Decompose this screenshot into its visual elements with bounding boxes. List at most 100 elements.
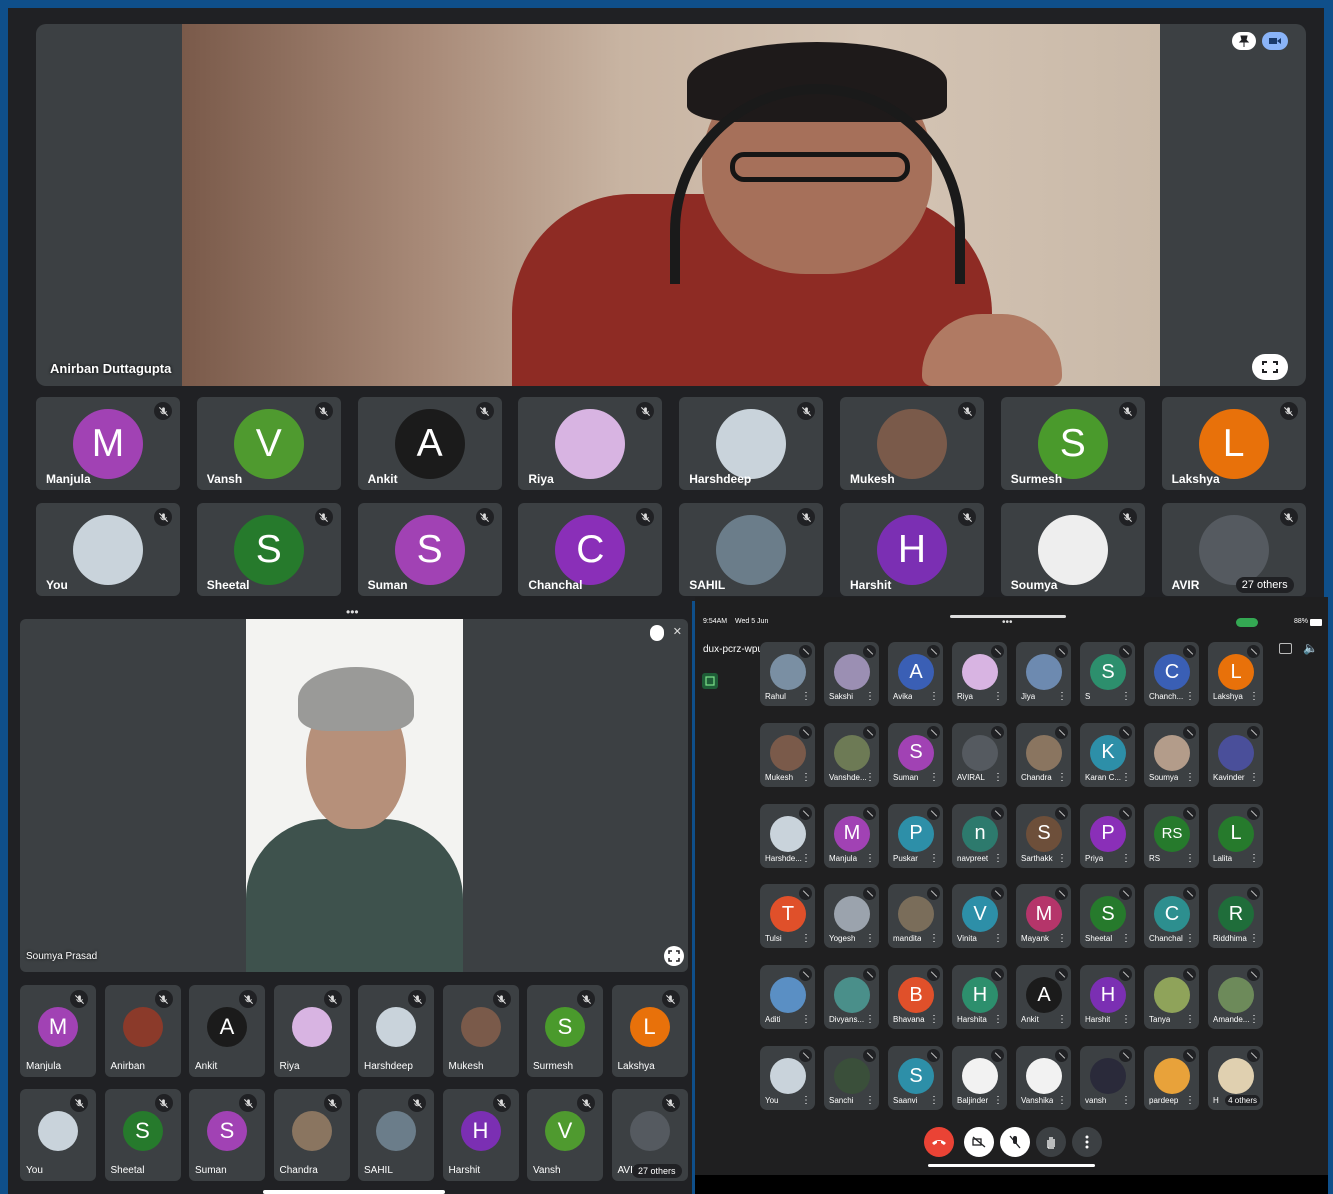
switch-layout-icon[interactable] <box>702 673 718 689</box>
participant-tile[interactable]: L Lalita ⋮ <box>1208 803 1263 868</box>
more-vert-icon[interactable]: ⋮ <box>1249 692 1259 702</box>
participant-tile[interactable]: H Harshita ⋮ <box>952 965 1007 1030</box>
more-vert-icon[interactable]: ⋮ <box>1185 1096 1195 1106</box>
more-vert-icon[interactable]: ⋮ <box>865 934 875 944</box>
more-vert-icon[interactable]: ⋮ <box>1057 772 1067 783</box>
bl-expand-icon[interactable] <box>664 946 684 966</box>
participant-tile[interactable]: Riya <box>273 985 350 1077</box>
participant-tile[interactable]: Mukesh <box>840 397 984 490</box>
participant-tile[interactable]: A Ankit <box>357 397 502 490</box>
participant-tile[interactable]: You <box>36 503 180 596</box>
participant-tile[interactable]: S Sarthakk ⋮ <box>1016 803 1071 868</box>
more-vert-icon[interactable]: ⋮ <box>929 1015 939 1025</box>
participant-tile[interactable]: A Ankit <box>189 985 265 1077</box>
participant-tile[interactable]: Aditi ⋮ <box>760 965 815 1030</box>
participant-tile[interactable]: Harshdeep <box>679 397 824 490</box>
more-vert-icon[interactable]: ⋮ <box>1249 853 1259 864</box>
participant-tile[interactable]: V Vansh <box>196 397 341 490</box>
participant-tile[interactable]: S Sheetal ⋮ <box>1080 884 1135 949</box>
participant-tile[interactable]: M Manjula ⋮ <box>824 803 879 868</box>
participant-tile[interactable]: V Vinita ⋮ <box>952 884 1007 949</box>
participant-tile[interactable]: H 4 others <box>1208 1046 1263 1110</box>
more-vert-icon[interactable]: ⋮ <box>1057 934 1067 944</box>
participant-tile[interactable]: R Riddhima ⋮ <box>1208 884 1263 949</box>
participant-tile[interactable]: S Saanvi ⋮ <box>888 1046 943 1110</box>
participant-tile[interactable]: S Surmesh <box>527 985 603 1077</box>
participant-tile[interactable]: S Sheetal <box>196 503 341 596</box>
more-vert-icon[interactable]: ⋮ <box>1249 772 1259 783</box>
participant-tile[interactable]: C Chanchal <box>518 503 663 596</box>
participant-tile[interactable]: L Lakshya <box>611 985 688 1077</box>
more-vert-icon[interactable]: ⋮ <box>1185 772 1195 783</box>
more-vert-icon[interactable]: ⋮ <box>929 934 939 944</box>
participant-tile[interactable]: P Priya ⋮ <box>1080 803 1135 868</box>
participant-tile[interactable]: S Suman <box>357 503 502 596</box>
others-count-badge[interactable]: 4 others <box>1225 1095 1260 1106</box>
participant-tile[interactable]: L Lakshya <box>1161 397 1306 490</box>
more-vert-icon[interactable]: ⋮ <box>1249 934 1259 944</box>
participant-tile[interactable]: Amande... ⋮ <box>1208 965 1263 1030</box>
more-vert-icon[interactable]: ⋮ <box>865 853 875 864</box>
participant-tile[interactable]: Chandra <box>273 1089 350 1181</box>
participant-tile[interactable]: K Karan C... ⋮ <box>1080 722 1135 787</box>
participant-tile[interactable]: vansh ⋮ <box>1080 1046 1135 1110</box>
participant-tile[interactable]: AVIR 27 others <box>611 1089 688 1181</box>
participant-tile[interactable]: You <box>20 1089 96 1181</box>
participant-tile[interactable]: Soumya ⋮ <box>1144 722 1199 787</box>
more-vert-icon[interactable]: ⋮ <box>1185 692 1195 702</box>
more-vert-icon[interactable]: ⋮ <box>1121 772 1131 783</box>
participant-tile[interactable]: M Manjula <box>20 985 96 1077</box>
more-vert-icon[interactable]: ⋮ <box>1185 934 1195 944</box>
more-vert-icon[interactable]: ⋮ <box>929 692 939 702</box>
end-call-button[interactable] <box>924 1127 954 1157</box>
more-vert-icon[interactable]: ⋮ <box>865 692 875 702</box>
participant-tile[interactable]: Harshdeep <box>358 985 434 1077</box>
participant-tile[interactable]: Riya ⋮ <box>952 642 1007 706</box>
more-vert-icon[interactable]: ⋮ <box>1121 934 1131 944</box>
more-vert-icon[interactable]: ⋮ <box>865 1015 875 1025</box>
others-count-badge[interactable]: 27 others <box>1235 577 1294 593</box>
participant-tile[interactable]: M Manjula <box>36 397 180 490</box>
participant-tile[interactable]: Riya <box>518 397 663 490</box>
participant-tile[interactable]: Baljinder ⋮ <box>952 1046 1007 1110</box>
participant-tile[interactable]: T Tulsi ⋮ <box>760 884 815 949</box>
participant-tile[interactable]: Mukesh <box>442 985 519 1077</box>
participant-tile[interactable]: You ⋮ <box>760 1046 815 1110</box>
more-vert-icon[interactable]: ⋮ <box>929 1096 939 1106</box>
others-count-badge[interactable]: 27 others <box>631 1164 682 1178</box>
more-vert-icon[interactable]: ⋮ <box>1121 1015 1131 1025</box>
participant-tile[interactable]: Sanchi ⋮ <box>824 1046 879 1110</box>
participant-tile[interactable]: Harshde... ⋮ <box>760 803 815 868</box>
participant-tile[interactable]: B Bhavana ⋮ <box>888 965 943 1030</box>
participant-tile[interactable]: Anirban <box>104 985 181 1077</box>
participant-tile[interactable]: Yogesh ⋮ <box>824 884 879 949</box>
raise-hand-button[interactable] <box>1036 1127 1066 1157</box>
more-options-button[interactable] <box>1072 1127 1102 1157</box>
participant-tile[interactable]: H Harshit <box>840 503 984 596</box>
more-vert-icon[interactable]: ⋮ <box>1185 1015 1195 1025</box>
more-vert-icon[interactable]: ⋮ <box>1057 1015 1067 1025</box>
bl-pin-icon[interactable] <box>650 625 664 641</box>
more-vert-icon[interactable]: ⋮ <box>1057 853 1067 864</box>
participant-tile[interactable]: Divyans... ⋮ <box>824 965 879 1030</box>
window-drag-handle[interactable]: ••• <box>346 605 359 619</box>
participant-tile[interactable]: S Suman <box>189 1089 265 1181</box>
tablet-more-dots[interactable]: ••• <box>1002 617 1013 628</box>
more-vert-icon[interactable]: ⋮ <box>1057 692 1067 702</box>
participant-tile[interactable]: H Harshit ⋮ <box>1080 965 1135 1030</box>
participant-tile[interactable]: P Puskar ⋮ <box>888 803 943 868</box>
participant-tile[interactable]: n navpreet ⋮ <box>952 803 1007 868</box>
participant-tile[interactable]: Vanshika ⋮ <box>1016 1046 1071 1110</box>
more-vert-icon[interactable]: ⋮ <box>1121 692 1131 702</box>
speaker-volume-icon[interactable]: 🔈 <box>1303 641 1318 655</box>
more-vert-icon[interactable]: ⋮ <box>801 934 811 944</box>
participant-tile[interactable]: mandita ⋮ <box>888 884 943 949</box>
participant-tile[interactable]: H Harshit <box>442 1089 519 1181</box>
participant-tile[interactable]: Chandra ⋮ <box>1016 722 1071 787</box>
more-vert-icon[interactable]: ⋮ <box>993 853 1003 864</box>
more-vert-icon[interactable]: ⋮ <box>801 772 811 783</box>
participant-tile[interactable]: S Suman ⋮ <box>888 722 943 787</box>
participant-tile[interactable]: L Lakshya ⋮ <box>1208 642 1263 706</box>
more-vert-icon[interactable]: ⋮ <box>1121 1096 1131 1106</box>
participant-tile[interactable]: C Chanchal ⋮ <box>1144 884 1199 949</box>
